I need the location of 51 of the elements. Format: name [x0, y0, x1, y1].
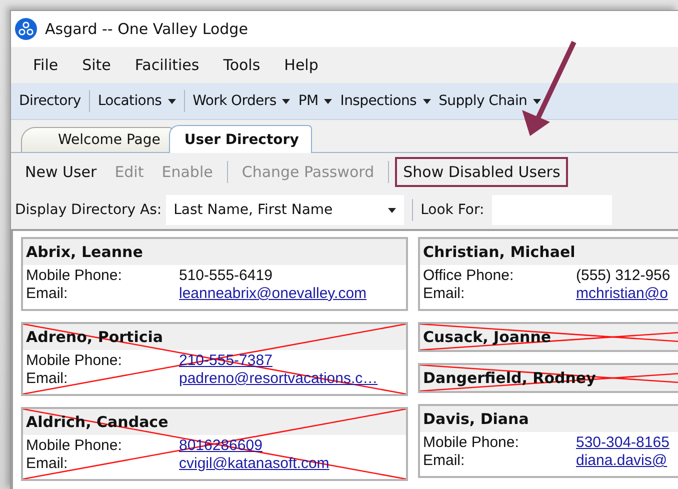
field-link[interactable]: leanneabrix@onevalley.com: [179, 285, 403, 303]
field-label: Email:: [26, 455, 69, 473]
field-label: Office Phone:: [423, 267, 515, 285]
field-label: Email:: [423, 452, 466, 470]
caret-icon: [282, 98, 290, 104]
field-label: Mobile Phone:: [26, 437, 123, 455]
field-value: 510-555-6419: [179, 267, 274, 285]
field-label: Mobile Phone:: [26, 267, 123, 285]
command-button[interactable]: New User: [17, 157, 105, 187]
caret-icon: [324, 98, 332, 104]
display-dropdown[interactable]: Last Name, First Name: [166, 195, 404, 225]
user-name: Davis, Diana: [423, 410, 529, 428]
command-button[interactable]: Show Disabled Users: [395, 157, 568, 187]
field-link[interactable]: mchristian@o: [576, 285, 678, 303]
caret-icon: [422, 98, 431, 104]
caret-icon: [388, 208, 396, 212]
menu-item[interactable]: Site: [70, 56, 123, 74]
user-card[interactable]: Davis, Diana Mobile Phone: 530-304-8165 Email: diana.davis@: [418, 404, 678, 478]
field-label: Mobile Phone:: [26, 352, 123, 370]
toolbar-menu[interactable]: Inspections: [336, 93, 435, 109]
user-name: Adreno, Porticia: [26, 328, 163, 346]
caret-icon: [533, 98, 542, 104]
field-label: Email:: [423, 285, 466, 303]
display-label: Display Directory As:: [15, 202, 162, 218]
tab[interactable]: Welcome Page: [21, 127, 174, 152]
user-name: Christian, Michael: [423, 243, 576, 261]
caret-icon: [168, 98, 176, 104]
user-name: Cusack, Joanne: [423, 328, 552, 346]
field-value: (555) 312-956: [576, 267, 672, 285]
menu-item[interactable]: Help: [272, 56, 330, 74]
toolbar-menu[interactable]: Supply Chain: [434, 93, 546, 109]
toolbar-menu[interactable]: Work Orders: [188, 93, 294, 109]
field-label: Email:: [26, 285, 69, 303]
field-label: Email:: [26, 370, 69, 388]
user-card[interactable]: Christian, Michael Office Phone: (555) 312-956 Email: mchristian@o: [418, 237, 678, 311]
menu-item[interactable]: Tools: [211, 56, 272, 74]
toolbar-menu[interactable]: Locations: [94, 93, 180, 109]
tab[interactable]: User Directory: [169, 125, 312, 153]
toolbar-menu[interactable]: PM: [294, 93, 336, 109]
app-logo-icon: [15, 18, 37, 40]
menu-item[interactable]: Facilities: [122, 56, 212, 74]
menu-item[interactable]: File: [21, 56, 70, 74]
look-for-label: Look For:: [420, 202, 484, 218]
toolbar-menu[interactable]: Directory: [15, 93, 85, 109]
user-card[interactable]: Abrix, Leanne Mobile Phone: 510-555-6419 Email: leanneabrix@onevalley.com: [21, 237, 408, 311]
field-link[interactable]: diana.davis@: [576, 452, 678, 470]
user-name: Aldrich, Candace: [26, 413, 168, 431]
field-label: Mobile Phone:: [423, 434, 520, 452]
field-link[interactable]: 530-304-8165: [576, 434, 678, 452]
user-name: Abrix, Leanne: [26, 243, 143, 261]
window-title: Asgard -- One Valley Lodge: [45, 20, 248, 38]
